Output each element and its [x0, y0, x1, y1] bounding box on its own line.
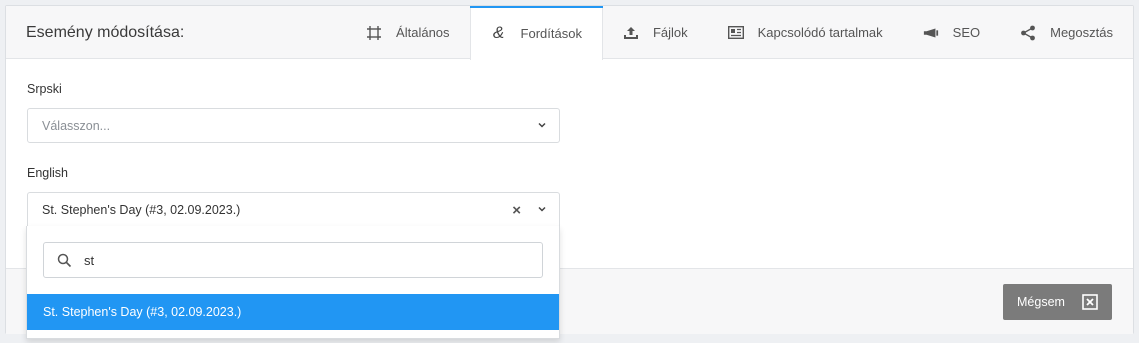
tab-seo[interactable]: SEO [903, 6, 1000, 59]
english-selected-value: St. Stephen's Day (#3, 02.09.2023.) [42, 202, 241, 217]
clear-icon[interactable]: × [512, 202, 521, 219]
page-title: Esemény módosítása: [26, 24, 185, 41]
dropdown-search [43, 242, 543, 278]
tab-translations-label: Fordítások [520, 25, 582, 41]
tab-bar: Általános & Fordítások Fájlok Kapcsolódó… [346, 6, 1133, 60]
newspaper-icon [727, 25, 744, 41]
cancel-button[interactable]: Mégsem [1003, 284, 1112, 320]
tab-related-content-label: Kapcsolódó tartalmak [757, 25, 883, 40]
close-box-icon [1082, 294, 1098, 310]
tab-share[interactable]: Megosztás [1000, 6, 1133, 59]
search-input[interactable] [84, 252, 504, 268]
english-dropdown: St. Stephen's Day (#3, 02.09.2023.) [26, 226, 560, 339]
megaphone-icon [923, 25, 939, 41]
ampersand-icon: & [492, 23, 505, 42]
chevron-down-icon [538, 122, 546, 128]
tab-seo-label: SEO [952, 25, 981, 40]
frame-icon [366, 25, 382, 41]
english-select[interactable]: St. Stephen's Day (#3, 02.09.2023.) × [27, 192, 560, 227]
srpski-select[interactable]: Válasszon... [27, 108, 560, 143]
tab-general[interactable]: Általános [346, 6, 469, 59]
tab-files-label: Fájlok [652, 25, 688, 40]
srpski-label: Srpski [27, 82, 62, 96]
search-icon [57, 253, 72, 268]
english-label: English [27, 166, 68, 180]
cancel-button-label: Mégsem [1017, 295, 1065, 309]
chevron-down-icon[interactable] [537, 204, 547, 214]
tab-translations[interactable]: & Fordítások [469, 6, 604, 60]
tab-related-content[interactable]: Kapcsolódó tartalmak [708, 6, 903, 59]
share-icon [1020, 25, 1036, 41]
upload-icon [623, 25, 639, 41]
dropdown-option-highlighted[interactable]: St. Stephen's Day (#3, 02.09.2023.) [27, 294, 559, 330]
tab-files[interactable]: Fájlok [603, 6, 708, 59]
srpski-placeholder: Válasszon... [42, 118, 111, 133]
tab-general-label: Általános [396, 25, 450, 40]
tab-share-label: Megosztás [1050, 25, 1113, 40]
panel-header: Esemény módosítása: Általános & Fordítás… [6, 6, 1133, 60]
